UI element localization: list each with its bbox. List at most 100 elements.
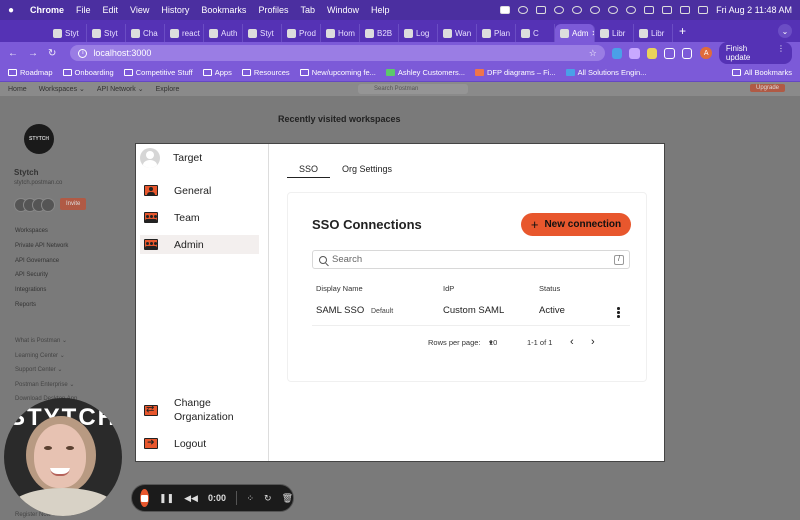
- menu-status-area: Fri Aug 2 11:48 AM: [500, 5, 792, 15]
- bookmark-item[interactable]: Onboarding: [62, 68, 114, 77]
- status-icon[interactable]: [626, 6, 637, 14]
- tab-sso[interactable]: SSO: [287, 162, 331, 178]
- favicon-icon: [521, 28, 530, 38]
- extension-icon[interactable]: [629, 47, 640, 59]
- browser-tab[interactable]: Styt: [48, 24, 87, 42]
- menu-file[interactable]: File: [76, 5, 91, 15]
- bookmark-item[interactable]: Apps: [202, 68, 232, 77]
- menu-profiles[interactable]: Profiles: [258, 5, 288, 15]
- change-organization-button[interactable]: Change Organization: [140, 395, 259, 425]
- next-page-icon[interactable]: ›: [591, 336, 595, 348]
- sidebar-item-admin[interactable]: Admin: [140, 235, 259, 254]
- extensions-puzzle-icon[interactable]: [664, 47, 675, 59]
- clock[interactable]: Fri Aug 2 11:48 AM: [716, 5, 792, 15]
- browser-tab[interactable]: Log: [399, 24, 438, 42]
- menu-help[interactable]: Help: [371, 5, 390, 15]
- address-bar[interactable]: i localhost:3000 ☆: [70, 45, 605, 61]
- browser-tab[interactable]: Plan: [477, 24, 516, 42]
- bg-org-domain: stytch.postman.co: [14, 180, 63, 186]
- menu-edit[interactable]: Edit: [103, 5, 119, 15]
- browser-tab[interactable]: Auth: [204, 24, 243, 42]
- browser-tab[interactable]: Styt: [87, 24, 126, 42]
- menu-bookmarks[interactable]: Bookmarks: [201, 5, 246, 15]
- profile-avatar[interactable]: A: [700, 47, 712, 59]
- browser-tab[interactable]: Prod: [282, 24, 321, 42]
- browser-tab[interactable]: B2B: [360, 24, 399, 42]
- person-eye: [66, 446, 74, 450]
- logout-button[interactable]: Logout: [140, 434, 259, 453]
- avatar: [41, 198, 55, 212]
- bookmark-item[interactable]: All Solutions Engin...: [565, 68, 646, 77]
- menu-app-name[interactable]: Chrome: [30, 5, 64, 15]
- extension-icon[interactable]: [646, 47, 658, 59]
- bookmark-star-icon[interactable]: ☆: [589, 48, 597, 59]
- menu-window[interactable]: Window: [327, 5, 359, 15]
- browser-tab[interactable]: Styt: [243, 24, 282, 42]
- draw-tools-icon[interactable]: ⁘: [246, 493, 254, 504]
- new-connection-button[interactable]: + New connection: [521, 213, 631, 236]
- stop-recording-button[interactable]: [140, 489, 150, 507]
- reload-icon[interactable]: ↻: [48, 48, 56, 59]
- sidebar-item-general[interactable]: General: [140, 181, 259, 200]
- menu-tab[interactable]: Tab: [300, 5, 315, 15]
- url-text[interactable]: localhost:3000: [93, 48, 151, 58]
- table-row[interactable]: SAML SSO Default Custom SAML Active: [316, 305, 636, 321]
- rewind-icon[interactable]: ◀◀: [184, 493, 198, 504]
- all-bookmarks[interactable]: All Bookmarks: [732, 68, 792, 77]
- bg-nav-workspaces: Workspaces ⌄: [38, 86, 85, 93]
- status-icon[interactable]: [536, 6, 547, 14]
- screen-share-icon[interactable]: [500, 6, 511, 14]
- status-icon[interactable]: [572, 6, 583, 14]
- wifi-icon[interactable]: [644, 6, 655, 14]
- bookmark-item[interactable]: New/upcoming fe...: [299, 68, 376, 77]
- browser-tab[interactable]: Hom: [321, 24, 360, 42]
- search-icon[interactable]: [680, 6, 691, 14]
- play-icon[interactable]: [590, 6, 601, 14]
- search-input[interactable]: Search /: [312, 250, 630, 269]
- forward-icon[interactable]: →: [28, 48, 38, 59]
- menu-history[interactable]: History: [161, 5, 189, 15]
- browser-tab[interactable]: react: [165, 24, 204, 42]
- restart-icon[interactable]: ↻: [264, 493, 272, 504]
- previous-page-icon[interactable]: ‹: [570, 336, 574, 348]
- menu-view[interactable]: View: [130, 5, 149, 15]
- browser-tab[interactable]: Cha: [126, 24, 165, 42]
- column-header-status: Status: [539, 284, 561, 293]
- status-badge: Active: [539, 305, 565, 316]
- browser-tab[interactable]: C: [516, 24, 555, 42]
- sidebar-item-team[interactable]: Team: [140, 208, 259, 227]
- tab-org-settings[interactable]: Org Settings: [330, 162, 404, 178]
- site-info-icon[interactable]: i: [78, 48, 88, 58]
- bookmark-item[interactable]: Ashley Customers...: [385, 68, 465, 77]
- browser-tab-strip: Styt Styt Cha react Auth Styt Prod Hom B…: [0, 20, 800, 42]
- sso-connections-card: SSO Connections + New connection Search …: [287, 192, 647, 382]
- control-center-icon[interactable]: [698, 6, 709, 14]
- bookmark-item[interactable]: Competitive Stuff: [123, 68, 193, 77]
- side-panel-icon[interactable]: [681, 47, 693, 59]
- status-icon[interactable]: [608, 6, 619, 14]
- favicon-icon: [482, 28, 491, 38]
- extension-icon[interactable]: [611, 47, 623, 59]
- apple-menu-icon[interactable]: ●: [8, 5, 20, 16]
- battery-icon[interactable]: [662, 6, 673, 14]
- browser-tab[interactable]: Libr: [595, 24, 634, 42]
- browser-tab[interactable]: Libr: [634, 24, 673, 42]
- trash-icon[interactable]: 🗑: [282, 493, 293, 504]
- webcam-bubble[interactable]: STYTCH: [4, 398, 122, 516]
- back-icon[interactable]: ←: [8, 48, 18, 59]
- tab-search-icon[interactable]: ⌄: [778, 24, 792, 38]
- new-tab-icon[interactable]: +: [679, 24, 686, 38]
- row-actions-icon[interactable]: [617, 307, 620, 318]
- bookmark-item[interactable]: DFP diagrams – Fi...: [475, 68, 556, 77]
- bookmark-item[interactable]: Resources: [241, 68, 290, 77]
- bookmark-item[interactable]: Roadmap: [8, 68, 53, 77]
- browser-tab-active[interactable]: Adm✕: [555, 24, 595, 42]
- status-icon[interactable]: [518, 6, 529, 14]
- favicon-icon: [600, 28, 609, 38]
- finish-update-button[interactable]: Finish update ⋮: [718, 42, 793, 64]
- browser-tab[interactable]: Wan: [438, 24, 477, 42]
- user-avatar-icon: [140, 148, 160, 168]
- bg-nav-explore: Explore: [155, 85, 180, 93]
- pause-icon[interactable]: ❚❚: [159, 493, 174, 504]
- status-icon[interactable]: [554, 6, 565, 14]
